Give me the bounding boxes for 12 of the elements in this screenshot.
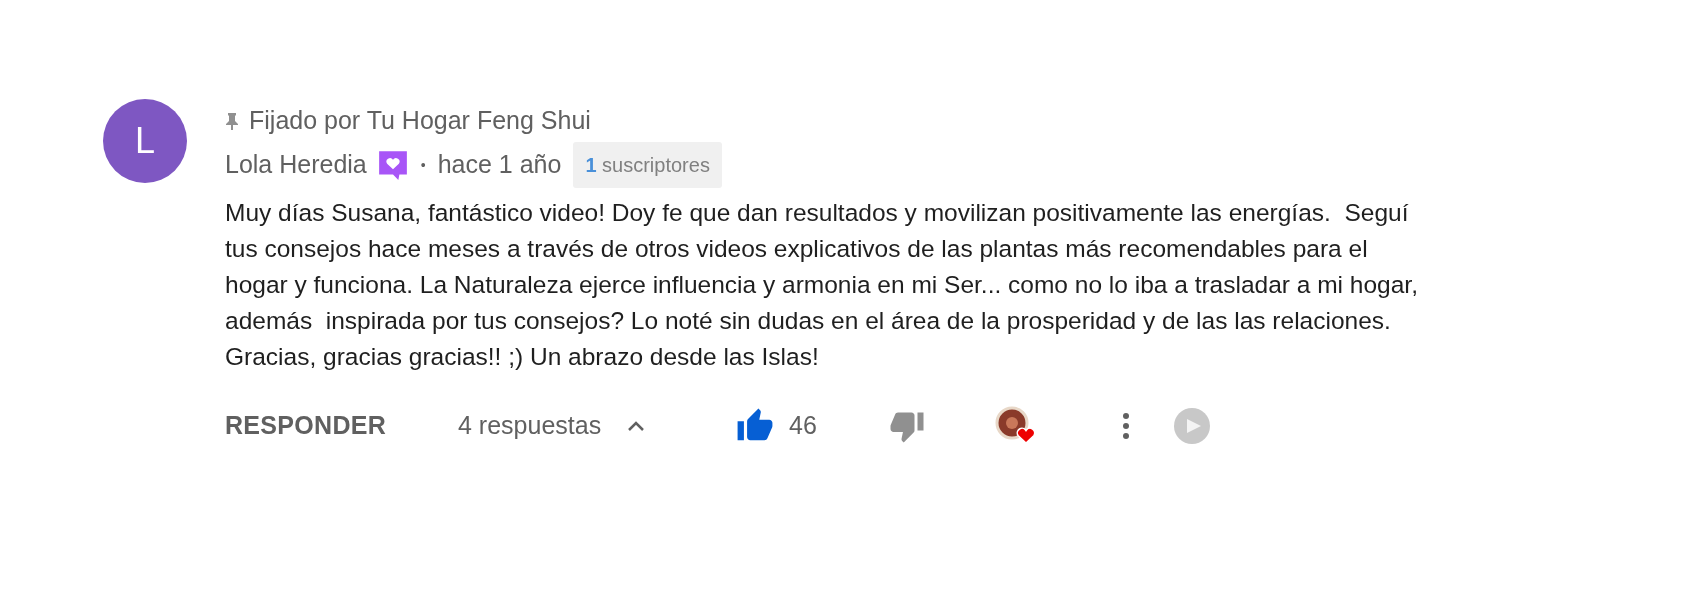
reply-button[interactable]: RESPONDER: [225, 407, 458, 445]
author-name[interactable]: Lola Heredia: [225, 146, 367, 184]
comment-text: Muy días Susana, fantástico video! Doy fe que dan resultados y movilizan positivamente las energías. Seguí tus consejos hace meses a través de otros videos explicativos de las plantas más recomendables para el hogar y funciona. La Naturaleza ejerce influencia y armonia en mi Ser... como no lo iba a trasladar a mi hogar, además inspirada por tus consejos? Lo noté sin dudas en el área de la prosperidad y de las las relaciones. Gracias, gracias gracias!! ;) Un abrazo desde las Islas!: [225, 198, 1418, 372]
subscriber-badge: 1 suscriptores: [573, 142, 722, 188]
separator-dot: •: [420, 155, 426, 175]
like-count: 46: [789, 410, 818, 442]
replies-toggle[interactable]: 4 respuestas: [458, 407, 735, 445]
comment-time[interactable]: hace 1 año: [437, 146, 562, 184]
pinned-label: Fijado por Tu Hogar Feng Shui: [249, 105, 591, 137]
pin-icon: [225, 112, 239, 130]
more-options-button[interactable]: [1122, 412, 1130, 440]
avatar[interactable]: L: [103, 99, 187, 183]
